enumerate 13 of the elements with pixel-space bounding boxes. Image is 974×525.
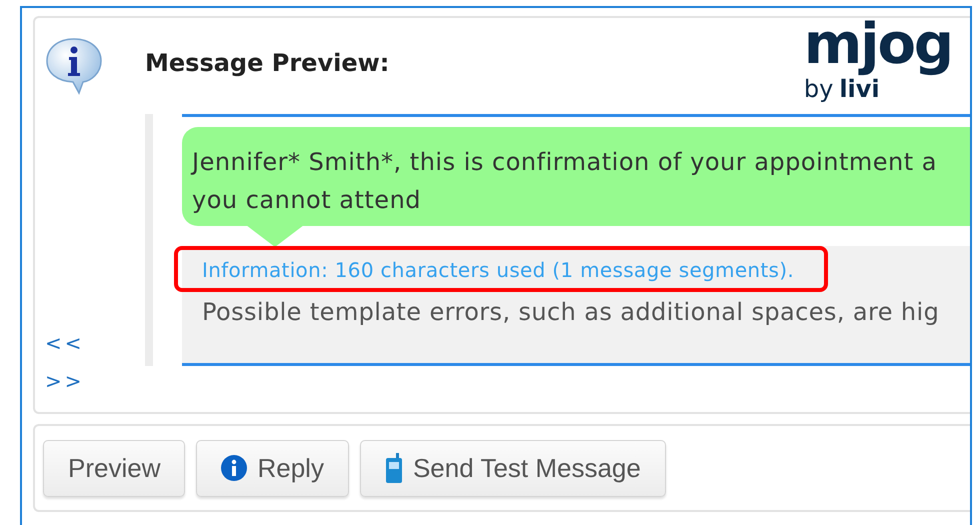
toolbar-button[interactable]: Preview [43, 440, 186, 496]
mobile-phone-icon [384, 453, 403, 483]
next-link[interactable]: >> [45, 362, 145, 400]
info-icon [221, 455, 248, 481]
section-title: Message Preview: [145, 49, 390, 77]
character-count-info: Information: 160 characters used (1 message segments). [202, 252, 822, 288]
bubble-tail [246, 225, 304, 247]
toolbar-button[interactable]: Send Test Message [360, 440, 666, 496]
toolbar-button[interactable]: Reply [196, 440, 349, 496]
previous-link[interactable]: << [45, 324, 145, 362]
template-warning: Possible template errors, such as additional spaces, are hig [202, 298, 940, 326]
logo-wordmark: mjog [804, 16, 952, 74]
logo-tagline: by livi [804, 75, 880, 104]
